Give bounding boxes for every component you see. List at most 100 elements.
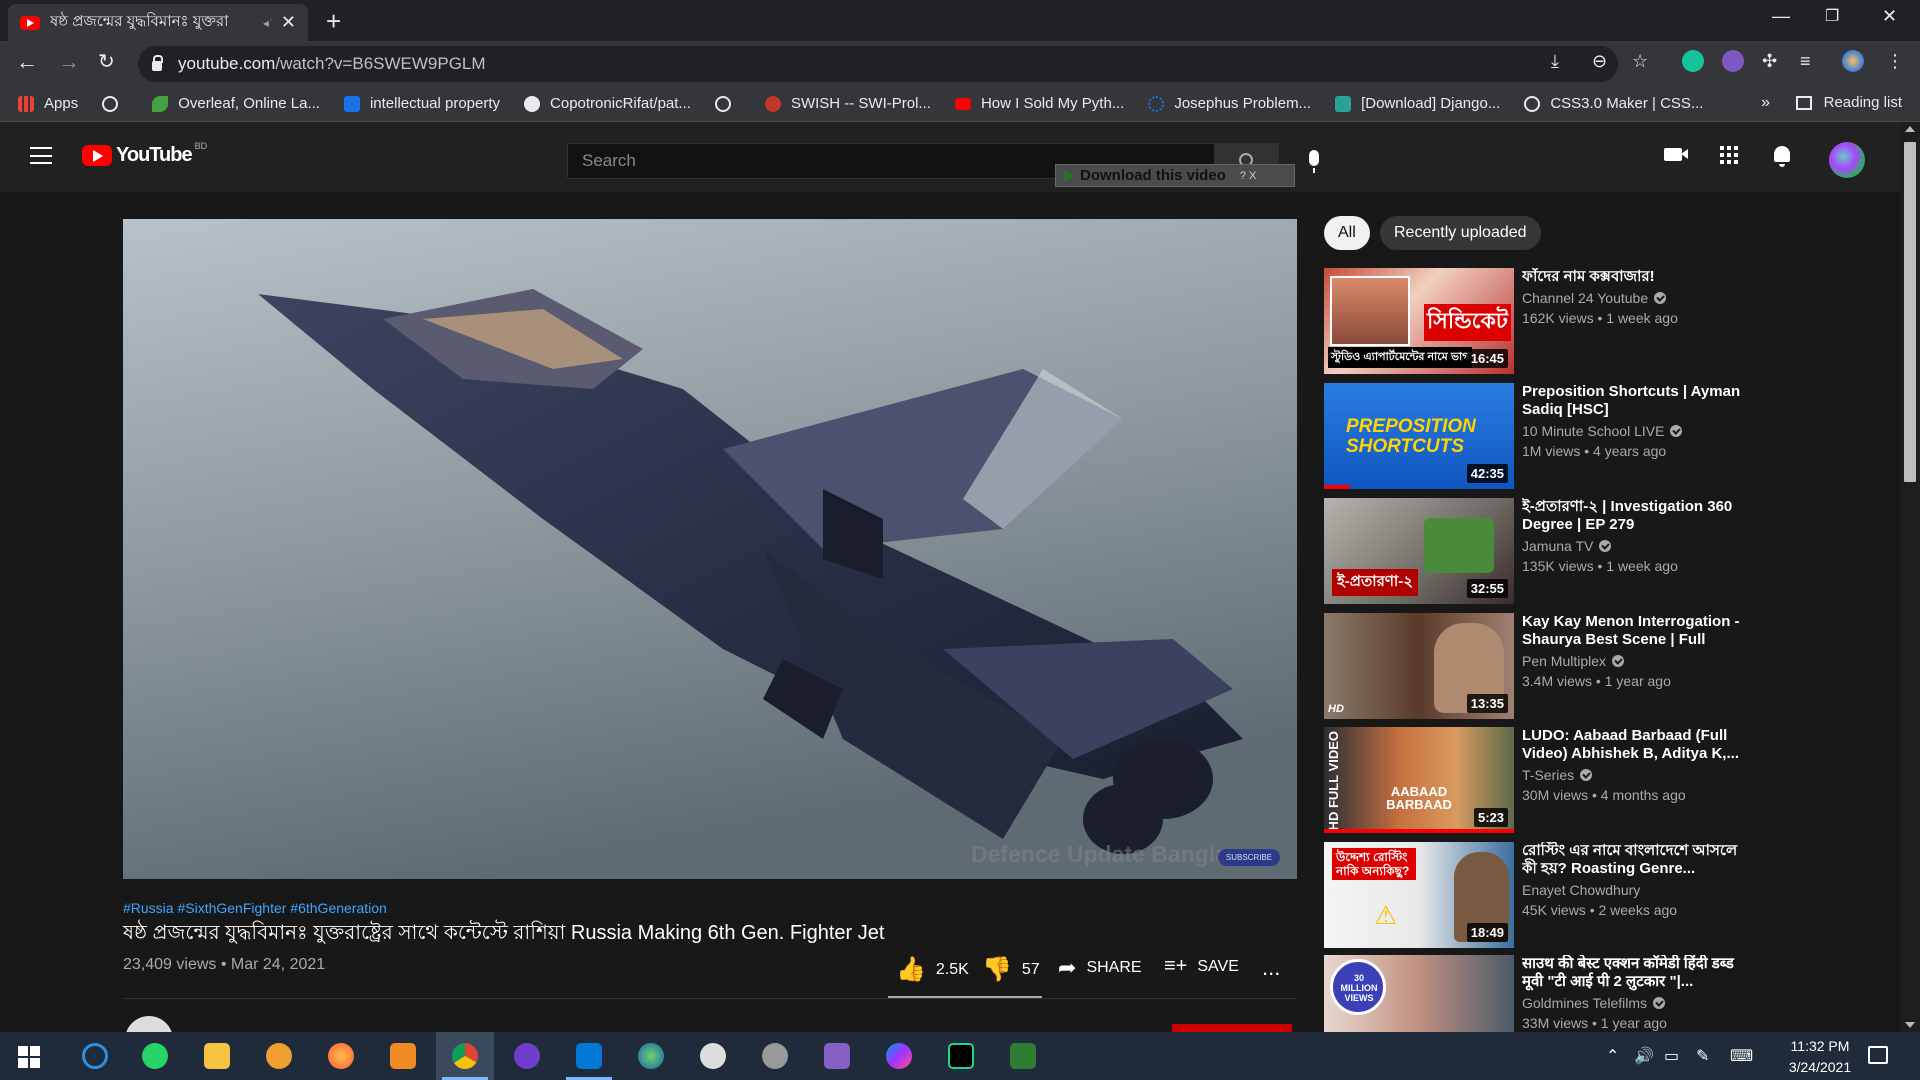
taskbar-search-app[interactable] bbox=[66, 1032, 124, 1080]
taskbar-messenger[interactable] bbox=[870, 1032, 928, 1080]
media-control-icon[interactable]: ≡ bbox=[1800, 51, 1811, 72]
video-thumbnail[interactable]: HD 13:35 bbox=[1324, 613, 1514, 719]
save-button[interactable]: ≡+ SAVE bbox=[1164, 955, 1239, 978]
tab-close-icon[interactable]: ✕ bbox=[281, 12, 296, 33]
taskbar-visual-studio[interactable] bbox=[808, 1032, 866, 1080]
grammarly-extension-icon[interactable] bbox=[1682, 50, 1704, 72]
bookmark-github[interactable]: CopotronicRifat/pat... bbox=[524, 95, 691, 112]
video-thumbnail[interactable]: সিন্ডিকেট স্টুডিও এ্যাপার্টমেন্টের নামে … bbox=[1324, 268, 1514, 374]
forward-icon[interactable]: → bbox=[58, 49, 80, 75]
back-icon[interactable]: ← bbox=[16, 49, 38, 75]
youtube-logo[interactable]: YouTube BD bbox=[82, 141, 207, 167]
channel-name[interactable]: Jamuna TV bbox=[1522, 538, 1612, 554]
bookmark-globe-1[interactable] bbox=[102, 95, 128, 112]
lock-icon[interactable] bbox=[152, 55, 163, 71]
reload-icon[interactable]: ↻ bbox=[98, 49, 115, 74]
chrome-menu-icon[interactable]: ⋮ bbox=[1886, 51, 1904, 72]
notifications-center-icon[interactable] bbox=[1868, 1046, 1888, 1064]
channel-name[interactable]: 10 Minute School LIVE bbox=[1522, 423, 1683, 439]
chip-recently-uploaded[interactable]: Recently uploaded bbox=[1380, 216, 1541, 250]
install-icon[interactable]: ⤓ bbox=[1551, 51, 1559, 72]
taskbar-chrome[interactable] bbox=[436, 1032, 494, 1080]
voice-search-icon[interactable] bbox=[1309, 150, 1319, 173]
new-tab-button[interactable]: + bbox=[326, 6, 341, 37]
show-hidden-icons[interactable]: ⌃ bbox=[1606, 1046, 1619, 1066]
channel-name[interactable]: Channel 24 Youtube bbox=[1522, 290, 1667, 306]
extensions-puzzle-icon[interactable]: ✣ bbox=[1762, 51, 1777, 72]
video-player[interactable]: Defence Update Bangla SUBSCRIBE bbox=[123, 219, 1297, 879]
bookmark-swish[interactable]: SWISH -- SWI-Prol... bbox=[764, 95, 931, 112]
address-bar[interactable]: youtube.com/watch?v=B6SWEW9PGLM bbox=[138, 46, 1618, 82]
bookmark-css3-maker[interactable]: CSS3.0 Maker | CSS... bbox=[1524, 95, 1703, 112]
scrollbar-thumb[interactable] bbox=[1904, 142, 1916, 482]
video-hashtags[interactable]: #Russia #SixthGenFighter #6thGeneration bbox=[123, 900, 387, 916]
bookmarks-overflow-button[interactable]: » bbox=[1761, 94, 1770, 112]
taskbar-github-desktop[interactable] bbox=[498, 1032, 556, 1080]
recommended-video[interactable]: HD 13:35 Kay Kay Menon Interrogation - S… bbox=[1324, 613, 1894, 721]
profile-avatar[interactable] bbox=[1842, 50, 1864, 72]
taskbar-pycharm[interactable] bbox=[932, 1032, 990, 1080]
recommended-video[interactable]: HD FULL VIDEO AABAAD BARBAAD 5:23 LUDO: … bbox=[1324, 727, 1894, 835]
taskbar-app-globe[interactable] bbox=[622, 1032, 680, 1080]
channel-name[interactable]: T-Series bbox=[1522, 767, 1593, 783]
recommended-video[interactable]: PREPOSITION SHORTCUTS 42:35 Preposition … bbox=[1324, 383, 1894, 491]
video-thumbnail[interactable]: উদ্দেশ্য রোস্টিং নাকি অন্যকিছু? ⚠ 18:49 bbox=[1324, 842, 1514, 948]
recommended-video[interactable]: ই-প্রতারণা-২ 32:55 ই-প্রতারণা-২ | Invest… bbox=[1324, 498, 1894, 606]
notifications-icon[interactable] bbox=[1774, 146, 1790, 167]
taskbar-app-2[interactable] bbox=[684, 1032, 742, 1080]
recommended-video[interactable]: উদ্দেশ্য রোস্টিং নাকি অন্যকিছু? ⚠ 18:49 … bbox=[1324, 842, 1894, 950]
network-icon[interactable]: ▭ bbox=[1664, 1046, 1679, 1066]
bookmark-star-icon[interactable]: ☆ bbox=[1632, 51, 1648, 72]
dislike-button[interactable]: 👎 57 bbox=[982, 955, 1040, 984]
taskbar-firefox[interactable] bbox=[312, 1032, 370, 1080]
taskbar-vscode[interactable] bbox=[560, 1032, 618, 1080]
keyboard-icon[interactable]: ⌨ bbox=[1730, 1046, 1753, 1066]
bookmark-globe-2[interactable] bbox=[714, 95, 741, 112]
reading-list-button[interactable]: Reading list bbox=[1795, 94, 1902, 111]
scroll-up-icon[interactable] bbox=[1905, 126, 1915, 132]
zoom-icon[interactable]: ⊖ bbox=[1592, 51, 1607, 72]
taskbar-whatsapp[interactable] bbox=[126, 1032, 184, 1080]
speaker-mute-icon[interactable]: ◂ʾ bbox=[263, 16, 273, 30]
video-thumbnail[interactable]: HD FULL VIDEO AABAAD BARBAAD 5:23 bbox=[1324, 727, 1514, 833]
minimize-icon[interactable]: — bbox=[1772, 6, 1790, 27]
recommended-video[interactable]: 30 MILLION VIEWS साउथ की बेस्ट एक्शन कॉम… bbox=[1324, 955, 1894, 1032]
bookmark-intellectual-property[interactable]: intellectual property bbox=[343, 95, 500, 112]
scroll-down-icon[interactable] bbox=[1905, 1022, 1915, 1028]
close-window-icon[interactable]: ✕ bbox=[1882, 6, 1897, 27]
taskbar-tor[interactable] bbox=[250, 1032, 308, 1080]
channel-name[interactable]: Pen Multiplex bbox=[1522, 653, 1625, 669]
video-thumbnail[interactable]: 30 MILLION VIEWS bbox=[1324, 955, 1514, 1032]
channel-name[interactable]: Enayet Chowdhury bbox=[1522, 882, 1640, 898]
channel-name[interactable]: Goldmines Telefilms bbox=[1522, 995, 1666, 1011]
windows-start-icon[interactable] bbox=[18, 1046, 40, 1068]
menu-icon[interactable] bbox=[30, 147, 52, 164]
bookmark-youtube[interactable]: How I Sold My Pyth... bbox=[954, 95, 1124, 112]
like-button[interactable]: 👍 2.5K bbox=[896, 955, 969, 984]
bookmark-apps[interactable]: Apps bbox=[18, 95, 78, 112]
browser-tab[interactable]: ষষ্ঠ প্রজন্মের যুদ্ধবিমানঃ যুক্তরা ◂ʾ ✕ bbox=[8, 4, 308, 41]
bookmark-django[interactable]: [Download] Django... bbox=[1335, 95, 1500, 112]
bookmark-josephus[interactable]: Josephus Problem... bbox=[1148, 95, 1311, 112]
subscribe-watermark-badge[interactable]: SUBSCRIBE bbox=[1218, 849, 1280, 866]
chip-all[interactable]: All bbox=[1324, 216, 1370, 250]
video-thumbnail[interactable]: ই-প্রতারণা-২ 32:55 bbox=[1324, 498, 1514, 604]
pen-icon[interactable]: ✎ bbox=[1696, 1046, 1709, 1066]
taskbar-app[interactable] bbox=[374, 1032, 432, 1080]
taskbar-app-4[interactable] bbox=[994, 1032, 1052, 1080]
taskbar-clock[interactable]: 11:32 PM 3/24/2021 bbox=[1776, 1036, 1864, 1078]
extension-icon[interactable] bbox=[1722, 50, 1744, 72]
create-video-icon[interactable] bbox=[1664, 148, 1688, 161]
video-thumbnail[interactable]: PREPOSITION SHORTCUTS 42:35 bbox=[1324, 383, 1514, 489]
bookmark-overleaf[interactable]: Overleaf, Online La... bbox=[152, 95, 320, 112]
volume-icon[interactable]: 🔊 bbox=[1634, 1046, 1654, 1066]
taskbar-app-3[interactable] bbox=[746, 1032, 804, 1080]
recommended-video[interactable]: সিন্ডিকেট স্টুডিও এ্যাপার্টমেন্টের নামে … bbox=[1324, 268, 1894, 376]
apps-icon[interactable] bbox=[1720, 146, 1738, 164]
page-scrollbar[interactable] bbox=[1900, 122, 1920, 1032]
more-actions-button[interactable]: ... bbox=[1262, 955, 1280, 981]
download-bar-controls[interactable]: ? X bbox=[1240, 170, 1257, 182]
account-avatar[interactable] bbox=[1829, 142, 1865, 178]
taskbar-file-explorer[interactable] bbox=[188, 1032, 246, 1080]
share-button[interactable]: ➦ SHARE bbox=[1058, 955, 1142, 981]
